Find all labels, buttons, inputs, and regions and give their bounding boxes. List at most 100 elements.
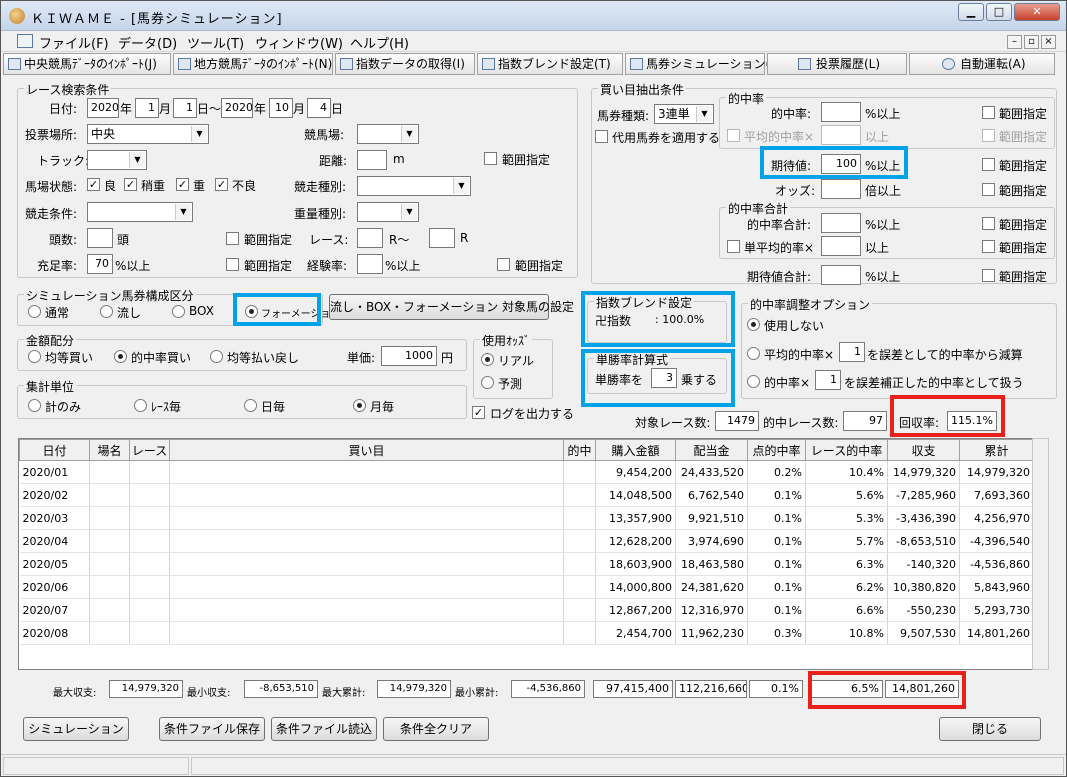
index-blend-button[interactable]: 指数ブレンド設定(T)	[477, 53, 623, 75]
distance-range-checkbox[interactable]	[484, 152, 497, 165]
maximize-button[interactable]: □	[986, 3, 1012, 21]
hit-range-checkbox[interactable]	[982, 106, 995, 119]
substitute-checkbox[interactable]	[595, 130, 608, 143]
adjust-opt2-field[interactable]: 1	[815, 370, 841, 390]
save-conditions-button[interactable]: 条件ファイル保存	[159, 717, 265, 741]
experience-range-checkbox[interactable]	[497, 258, 510, 271]
table-row[interactable]: 2020/03 13,357,900 9,921,510 0.1% 5.3% -3,436…	[19, 506, 1034, 530]
table-row[interactable]: 2020/05 18,603,900 18,463,580 0.1% 6.3% -140,…	[19, 552, 1034, 576]
col-header-payout[interactable]: 配当金	[675, 439, 748, 461]
load-conditions-button[interactable]: 条件ファイル読込	[271, 717, 377, 741]
col-header-date[interactable]: 日付	[19, 439, 90, 461]
col-header-purchase[interactable]: 購入金額	[595, 439, 676, 461]
menu-data[interactable]: データ(D)	[118, 33, 177, 52]
hit-buy-radio[interactable]	[114, 350, 127, 363]
race-condition-select[interactable]: ▼	[87, 202, 193, 222]
hit-sum-range-checkbox[interactable]	[982, 217, 995, 230]
unit-price-field[interactable]: 1000	[381, 346, 437, 366]
hit-rate-field[interactable]	[821, 102, 861, 122]
vote-history-button[interactable]: 投票履歴(L)	[767, 53, 907, 75]
import-local-button[interactable]: 地方競馬ﾃﾞｰﾀのｲﾝﾎﾟｰﾄ(N)	[173, 53, 333, 75]
ticket-type-select[interactable]: 3連単 ▼	[654, 104, 714, 124]
close-button[interactable]: 閉じる	[939, 717, 1041, 741]
equal-buy-radio[interactable]	[28, 350, 41, 363]
going-slightly-checkbox[interactable]: ✓	[124, 178, 137, 191]
odds-range-checkbox[interactable]	[982, 183, 995, 196]
simulate-button[interactable]: シミュレーション	[23, 717, 129, 741]
race-to-field[interactable]	[429, 228, 455, 248]
menu-tools[interactable]: ツール(T)	[187, 33, 244, 52]
to-month-field[interactable]: 10	[269, 98, 293, 118]
race-type-select[interactable]: ▼	[357, 176, 471, 196]
avg-hit-field[interactable]	[821, 125, 861, 145]
agg-month-radio[interactable]	[353, 399, 366, 412]
avg-hit-checkbox[interactable]	[727, 129, 740, 142]
col-header-venue[interactable]: 場名	[89, 439, 130, 461]
table-row[interactable]: 2020/04 12,628,200 3,974,690 0.1% 5.7% -8,653…	[19, 529, 1034, 553]
col-header-point-hit[interactable]: 点的中率	[747, 439, 806, 461]
table-row[interactable]: 2020/02 14,048,500 6,762,540 0.1% 5.6% -7,285…	[19, 483, 1034, 507]
odds-predict-radio[interactable]	[481, 376, 494, 389]
table-row[interactable]: 2020/08 2,454,700 11,962,230 0.3% 10.8% 9,507…	[19, 621, 1034, 645]
table-row[interactable]: 2020/07 12,867,200 12,316,970 0.1% 6.6% -550,…	[19, 598, 1034, 622]
ev-sum-range-checkbox[interactable]	[982, 269, 995, 282]
from-month-field[interactable]: 1	[135, 98, 159, 118]
runners-field[interactable]	[87, 228, 113, 248]
track-select[interactable]: ▼	[87, 150, 147, 170]
mdi-minimize-button[interactable]: –	[1007, 35, 1022, 49]
col-header-cumulative[interactable]: 累計	[959, 439, 1034, 461]
fill-range-checkbox[interactable]	[226, 258, 239, 271]
target-horses-button[interactable]: 流し・BOX・フォーメーション 対象馬の設定	[329, 294, 574, 320]
auto-run-button[interactable]: 自動運転(A)	[909, 53, 1055, 75]
fill-rate-field[interactable]: 70	[87, 254, 113, 274]
to-day-field[interactable]: 4	[307, 98, 331, 118]
adjust-opt1-radio[interactable]	[747, 347, 760, 360]
from-year-field[interactable]: 2020	[87, 98, 119, 118]
ev-sum-field[interactable]	[821, 265, 861, 285]
sim-box-radio[interactable]	[172, 305, 185, 318]
log-output-checkbox[interactable]: ✓	[472, 406, 485, 419]
equal-pay-radio[interactable]	[210, 350, 223, 363]
agg-race-radio[interactable]	[134, 399, 147, 412]
adjust-none-radio[interactable]	[747, 318, 760, 331]
from-day-field[interactable]: 1	[173, 98, 197, 118]
single-avg-checkbox[interactable]	[727, 240, 740, 253]
adjust-opt2-radio[interactable]	[747, 375, 760, 388]
ticket-sim-button[interactable]: 馬券シミュレーション(B)	[625, 53, 783, 75]
venue-select[interactable]: 中央 ▼	[87, 124, 209, 144]
racecourse-select[interactable]: ▼	[357, 124, 419, 144]
clear-conditions-button[interactable]: 条件全クリア	[383, 717, 489, 741]
runners-range-checkbox[interactable]	[226, 232, 239, 245]
ev-range-checkbox[interactable]	[982, 158, 995, 171]
close-window-button[interactable]: ✕	[1014, 3, 1060, 21]
single-avg-field[interactable]	[821, 236, 861, 256]
menu-window[interactable]: ウィンドウ(W)	[255, 33, 343, 52]
table-scrollbar[interactable]	[1032, 438, 1049, 670]
odds-field[interactable]	[821, 179, 861, 199]
going-good-checkbox[interactable]: ✓	[87, 178, 100, 191]
minimize-button[interactable]: ▁	[958, 3, 984, 21]
table-row[interactable]: 2020/06 14,000,800 24,381,620 0.1% 6.2% 10,38…	[19, 575, 1034, 599]
experience-rate-field[interactable]	[357, 254, 383, 274]
col-header-race[interactable]: レース	[129, 439, 170, 461]
menu-help[interactable]: ヘルプ(H)	[350, 33, 409, 52]
fetch-index-button[interactable]: 指数データの取得(I)	[335, 53, 475, 75]
avg-hit-range-checkbox[interactable]	[982, 129, 995, 142]
agg-total-radio[interactable]	[28, 399, 41, 412]
distance-field[interactable]	[357, 150, 387, 170]
col-header-hit[interactable]: 的中	[563, 439, 596, 461]
col-header-balance[interactable]: 収支	[887, 439, 960, 461]
adjust-opt1-field[interactable]: 1	[839, 342, 865, 362]
going-heavy-checkbox[interactable]: ✓	[176, 178, 189, 191]
weight-type-select[interactable]: ▼	[357, 202, 419, 222]
single-avg-range-checkbox[interactable]	[982, 240, 995, 253]
to-year-field[interactable]: 2020	[221, 98, 253, 118]
col-header-race-hit[interactable]: レース的中率	[805, 439, 888, 461]
hit-sum-field[interactable]	[821, 213, 861, 233]
agg-day-radio[interactable]	[244, 399, 257, 412]
mdi-close-button[interactable]: ×	[1041, 35, 1056, 49]
import-central-button[interactable]: 中央競馬ﾃﾞｰﾀのｲﾝﾎﾟｰﾄ(J)	[3, 53, 171, 75]
col-header-bets[interactable]: 買い目	[169, 439, 564, 461]
mdi-restore-button[interactable]: ▫	[1024, 35, 1039, 49]
menu-file[interactable]: ファイル(F)	[39, 33, 109, 52]
